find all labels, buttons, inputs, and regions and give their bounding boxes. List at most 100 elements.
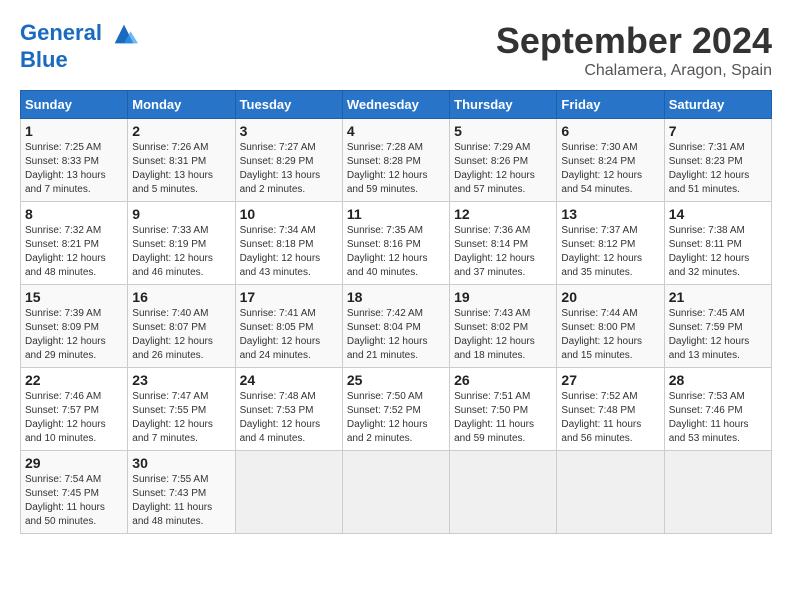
day-info: Sunrise: 7:32 AM Sunset: 8:21 PM Dayligh…: [25, 224, 123, 280]
calendar-cell: 18 Sunrise: 7:42 AM Sunset: 8:04 PM Dayl…: [342, 285, 449, 368]
day-number: 9: [132, 206, 230, 222]
day-info: Sunrise: 7:50 AM Sunset: 7:52 PM Dayligh…: [347, 390, 445, 446]
day-number: 8: [25, 206, 123, 222]
calendar-cell: 30 Sunrise: 7:55 AM Sunset: 7:43 PM Dayl…: [128, 451, 235, 534]
day-of-week-header: Tuesday: [235, 91, 342, 119]
day-info: Sunrise: 7:46 AM Sunset: 7:57 PM Dayligh…: [25, 390, 123, 446]
calendar-cell: 22 Sunrise: 7:46 AM Sunset: 7:57 PM Dayl…: [21, 368, 128, 451]
calendar-cell: 5 Sunrise: 7:29 AM Sunset: 8:26 PM Dayli…: [450, 119, 557, 202]
calendar-cell: 23 Sunrise: 7:47 AM Sunset: 7:55 PM Dayl…: [128, 368, 235, 451]
calendar-cell: 17 Sunrise: 7:41 AM Sunset: 8:05 PM Dayl…: [235, 285, 342, 368]
calendar-cell: [450, 451, 557, 534]
calendar-body: 1 Sunrise: 7:25 AM Sunset: 8:33 PM Dayli…: [21, 119, 772, 534]
calendar-cell: 12 Sunrise: 7:36 AM Sunset: 8:14 PM Dayl…: [450, 202, 557, 285]
calendar-cell: [342, 451, 449, 534]
calendar-cell: 7 Sunrise: 7:31 AM Sunset: 8:23 PM Dayli…: [664, 119, 771, 202]
calendar-week-row: 22 Sunrise: 7:46 AM Sunset: 7:57 PM Dayl…: [21, 368, 772, 451]
calendar-week-row: 8 Sunrise: 7:32 AM Sunset: 8:21 PM Dayli…: [21, 202, 772, 285]
day-info: Sunrise: 7:52 AM Sunset: 7:48 PM Dayligh…: [561, 390, 659, 446]
day-number: 16: [132, 289, 230, 305]
day-number: 7: [669, 123, 767, 139]
day-info: Sunrise: 7:41 AM Sunset: 8:05 PM Dayligh…: [240, 307, 338, 363]
day-number: 20: [561, 289, 659, 305]
calendar-cell: 19 Sunrise: 7:43 AM Sunset: 8:02 PM Dayl…: [450, 285, 557, 368]
calendar-cell: 14 Sunrise: 7:38 AM Sunset: 8:11 PM Dayl…: [664, 202, 771, 285]
day-number: 2: [132, 123, 230, 139]
calendar-cell: 15 Sunrise: 7:39 AM Sunset: 8:09 PM Dayl…: [21, 285, 128, 368]
calendar-cell: 11 Sunrise: 7:35 AM Sunset: 8:16 PM Dayl…: [342, 202, 449, 285]
day-number: 25: [347, 372, 445, 388]
calendar-cell: 28 Sunrise: 7:53 AM Sunset: 7:46 PM Dayl…: [664, 368, 771, 451]
day-info: Sunrise: 7:45 AM Sunset: 7:59 PM Dayligh…: [669, 307, 767, 363]
day-number: 27: [561, 372, 659, 388]
location: Chalamera, Aragon, Spain: [496, 62, 772, 80]
day-number: 29: [25, 455, 123, 471]
logo-text2: Blue: [20, 48, 138, 72]
calendar-cell: 13 Sunrise: 7:37 AM Sunset: 8:12 PM Dayl…: [557, 202, 664, 285]
day-info: Sunrise: 7:34 AM Sunset: 8:18 PM Dayligh…: [240, 224, 338, 280]
day-number: 26: [454, 372, 552, 388]
day-info: Sunrise: 7:40 AM Sunset: 8:07 PM Dayligh…: [132, 307, 230, 363]
day-number: 30: [132, 455, 230, 471]
day-info: Sunrise: 7:51 AM Sunset: 7:50 PM Dayligh…: [454, 390, 552, 446]
day-info: Sunrise: 7:55 AM Sunset: 7:43 PM Dayligh…: [132, 473, 230, 529]
calendar-table: SundayMondayTuesdayWednesdayThursdayFrid…: [20, 90, 772, 534]
calendar-cell: 6 Sunrise: 7:30 AM Sunset: 8:24 PM Dayli…: [557, 119, 664, 202]
calendar-week-row: 1 Sunrise: 7:25 AM Sunset: 8:33 PM Dayli…: [21, 119, 772, 202]
calendar-cell: [557, 451, 664, 534]
calendar-cell: 29 Sunrise: 7:54 AM Sunset: 7:45 PM Dayl…: [21, 451, 128, 534]
day-number: 13: [561, 206, 659, 222]
day-info: Sunrise: 7:35 AM Sunset: 8:16 PM Dayligh…: [347, 224, 445, 280]
calendar-cell: 25 Sunrise: 7:50 AM Sunset: 7:52 PM Dayl…: [342, 368, 449, 451]
day-info: Sunrise: 7:29 AM Sunset: 8:26 PM Dayligh…: [454, 141, 552, 197]
day-number: 4: [347, 123, 445, 139]
calendar-cell: [235, 451, 342, 534]
calendar-cell: 27 Sunrise: 7:52 AM Sunset: 7:48 PM Dayl…: [557, 368, 664, 451]
day-info: Sunrise: 7:36 AM Sunset: 8:14 PM Dayligh…: [454, 224, 552, 280]
day-info: Sunrise: 7:27 AM Sunset: 8:29 PM Dayligh…: [240, 141, 338, 197]
page-header: General Blue September 2024 Chalamera, A…: [20, 20, 772, 80]
day-of-week-header: Wednesday: [342, 91, 449, 119]
day-info: Sunrise: 7:42 AM Sunset: 8:04 PM Dayligh…: [347, 307, 445, 363]
title-block: September 2024 Chalamera, Aragon, Spain: [496, 20, 772, 80]
calendar-cell: 10 Sunrise: 7:34 AM Sunset: 8:18 PM Dayl…: [235, 202, 342, 285]
calendar-week-row: 29 Sunrise: 7:54 AM Sunset: 7:45 PM Dayl…: [21, 451, 772, 534]
calendar-cell: 16 Sunrise: 7:40 AM Sunset: 8:07 PM Dayl…: [128, 285, 235, 368]
logo-text: General: [20, 20, 138, 48]
calendar-cell: [664, 451, 771, 534]
day-info: Sunrise: 7:47 AM Sunset: 7:55 PM Dayligh…: [132, 390, 230, 446]
day-info: Sunrise: 7:39 AM Sunset: 8:09 PM Dayligh…: [25, 307, 123, 363]
day-of-week-header: Thursday: [450, 91, 557, 119]
day-number: 23: [132, 372, 230, 388]
day-number: 24: [240, 372, 338, 388]
logo: General Blue: [20, 20, 138, 72]
calendar-cell: 9 Sunrise: 7:33 AM Sunset: 8:19 PM Dayli…: [128, 202, 235, 285]
day-info: Sunrise: 7:38 AM Sunset: 8:11 PM Dayligh…: [669, 224, 767, 280]
day-number: 6: [561, 123, 659, 139]
day-number: 1: [25, 123, 123, 139]
day-info: Sunrise: 7:28 AM Sunset: 8:28 PM Dayligh…: [347, 141, 445, 197]
day-info: Sunrise: 7:54 AM Sunset: 7:45 PM Dayligh…: [25, 473, 123, 529]
day-info: Sunrise: 7:53 AM Sunset: 7:46 PM Dayligh…: [669, 390, 767, 446]
day-number: 18: [347, 289, 445, 305]
day-number: 14: [669, 206, 767, 222]
day-number: 15: [25, 289, 123, 305]
day-info: Sunrise: 7:25 AM Sunset: 8:33 PM Dayligh…: [25, 141, 123, 197]
day-info: Sunrise: 7:37 AM Sunset: 8:12 PM Dayligh…: [561, 224, 659, 280]
day-info: Sunrise: 7:33 AM Sunset: 8:19 PM Dayligh…: [132, 224, 230, 280]
day-number: 10: [240, 206, 338, 222]
calendar-cell: 8 Sunrise: 7:32 AM Sunset: 8:21 PM Dayli…: [21, 202, 128, 285]
calendar-week-row: 15 Sunrise: 7:39 AM Sunset: 8:09 PM Dayl…: [21, 285, 772, 368]
day-info: Sunrise: 7:44 AM Sunset: 8:00 PM Dayligh…: [561, 307, 659, 363]
day-number: 5: [454, 123, 552, 139]
day-of-week-header: Friday: [557, 91, 664, 119]
day-info: Sunrise: 7:48 AM Sunset: 7:53 PM Dayligh…: [240, 390, 338, 446]
calendar-cell: 26 Sunrise: 7:51 AM Sunset: 7:50 PM Dayl…: [450, 368, 557, 451]
day-info: Sunrise: 7:31 AM Sunset: 8:23 PM Dayligh…: [669, 141, 767, 197]
day-info: Sunrise: 7:30 AM Sunset: 8:24 PM Dayligh…: [561, 141, 659, 197]
day-number: 22: [25, 372, 123, 388]
calendar-cell: 24 Sunrise: 7:48 AM Sunset: 7:53 PM Dayl…: [235, 368, 342, 451]
day-number: 11: [347, 206, 445, 222]
calendar-cell: 21 Sunrise: 7:45 AM Sunset: 7:59 PM Dayl…: [664, 285, 771, 368]
calendar-header: SundayMondayTuesdayWednesdayThursdayFrid…: [21, 91, 772, 119]
